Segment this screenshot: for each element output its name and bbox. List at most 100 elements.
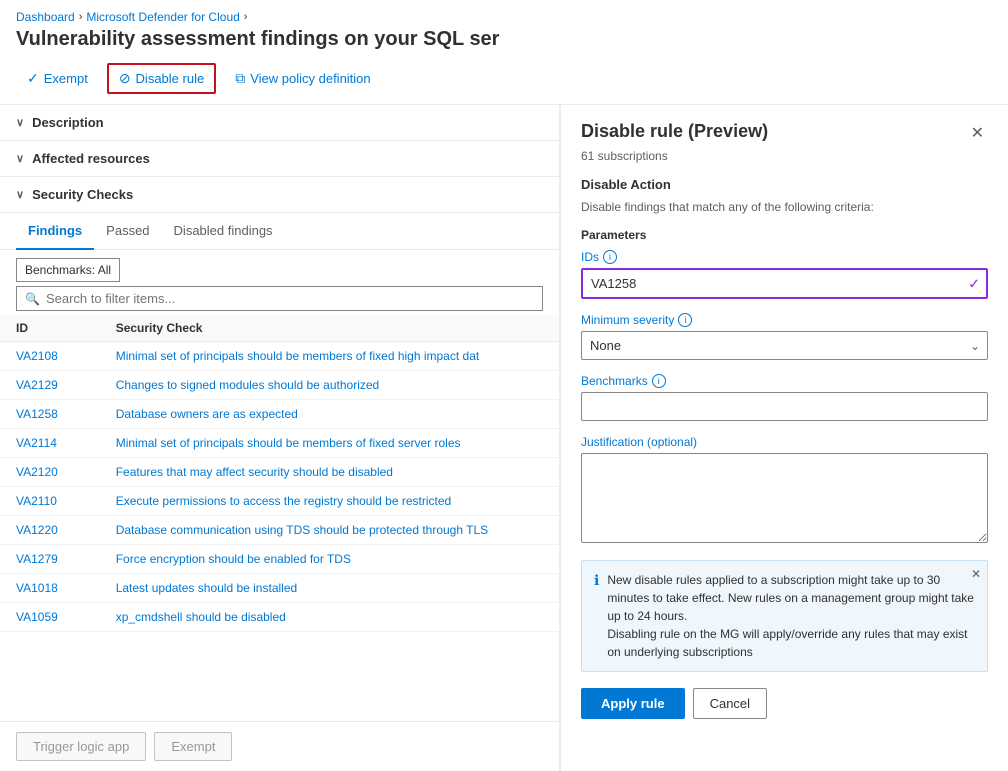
row-id: VA2129 <box>0 371 100 400</box>
apply-rule-button[interactable]: Apply rule <box>581 688 685 719</box>
disable-rule-button[interactable]: ⊘ Disable rule <box>107 63 216 94</box>
justification-label: Justification (optional) <box>581 435 988 449</box>
table-row[interactable]: VA2108 Minimal set of principals should … <box>0 342 559 371</box>
min-severity-info-icon[interactable]: i <box>678 313 692 327</box>
subscriptions-count: 61 subscriptions <box>581 149 988 163</box>
security-checks-chevron: ∨ <box>16 188 24 201</box>
view-policy-label: View policy definition <box>250 71 370 86</box>
row-check: Features that may affect security should… <box>100 458 559 487</box>
row-check: xp_cmdshell should be disabled <box>100 603 559 632</box>
tabs: Findings Passed Disabled findings <box>16 213 543 249</box>
breadcrumb-defender[interactable]: Microsoft Defender for Cloud <box>86 10 239 24</box>
benchmarks-label: Benchmarks <box>581 374 648 388</box>
findings-table: ID Security Check VA2108 Minimal set of … <box>0 315 559 632</box>
search-input[interactable] <box>46 291 534 306</box>
bottom-bar: Trigger logic app Exempt <box>0 721 560 771</box>
info-banner-close-button[interactable]: ✕ <box>971 567 981 581</box>
row-check: Database owners are as expected <box>100 400 559 429</box>
left-panel: ∨ Description ∨ Affected resources ∨ Sec… <box>0 105 560 771</box>
description-section-header[interactable]: ∨ Description <box>0 105 559 141</box>
benchmarks-field-label: Benchmarks i <box>581 374 988 388</box>
panel-title: Disable rule (Preview) <box>581 121 768 142</box>
row-check: Execute permissions to access the regist… <box>100 487 559 516</box>
row-id: VA2108 <box>0 342 100 371</box>
table-row[interactable]: VA1279 Force encryption should be enable… <box>0 545 559 574</box>
table-row[interactable]: VA1059 xp_cmdshell should be disabled <box>0 603 559 632</box>
tab-disabled-findings[interactable]: Disabled findings <box>162 213 285 250</box>
benchmarks-input[interactable] <box>581 392 988 421</box>
row-id: VA2120 <box>0 458 100 487</box>
disable-rule-label: Disable rule <box>136 71 205 86</box>
row-id: VA1220 <box>0 516 100 545</box>
col-id: ID <box>0 315 100 342</box>
affected-resources-label: Affected resources <box>32 151 150 166</box>
filter-bar: Benchmarks: All 🔍 <box>0 250 559 315</box>
row-id: VA2110 <box>0 487 100 516</box>
exempt-label: Exempt <box>44 71 88 86</box>
security-checks-section-header[interactable]: ∨ Security Checks <box>0 177 559 213</box>
row-check: Force encryption should be enabled for T… <box>100 545 559 574</box>
panel-actions: Apply rule Cancel <box>581 688 988 719</box>
ids-field-label: IDs i <box>581 250 988 264</box>
row-check: Latest updates should be installed <box>100 574 559 603</box>
min-severity-select[interactable]: None Low Medium High <box>581 331 988 360</box>
ids-label: IDs <box>581 250 599 264</box>
tab-findings[interactable]: Findings <box>16 213 94 250</box>
toolbar: ✓ Exempt ⊘ Disable rule ⧉ View policy de… <box>0 63 1008 105</box>
col-security-check: Security Check <box>100 315 559 342</box>
table-row[interactable]: VA2120 Features that may affect security… <box>0 458 559 487</box>
affected-resources-chevron: ∨ <box>16 152 24 165</box>
table-body: VA2108 Minimal set of principals should … <box>0 342 559 632</box>
disable-icon: ⊘ <box>119 70 131 87</box>
exempt-icon: ✓ <box>27 70 39 87</box>
check-icon: ✓ <box>968 275 980 292</box>
row-id: VA2114 <box>0 429 100 458</box>
row-check: Minimal set of principals should be memb… <box>100 429 559 458</box>
page-title: Vulnerability assessment findings on you… <box>0 28 1008 63</box>
min-severity-label: Minimum severity i <box>581 313 988 327</box>
trigger-logic-app-button[interactable]: Trigger logic app <box>16 732 146 761</box>
breadcrumb-dashboard[interactable]: Dashboard <box>16 10 75 24</box>
table-row[interactable]: VA1018 Latest updates should be installe… <box>0 574 559 603</box>
cancel-button-panel[interactable]: Cancel <box>693 688 767 719</box>
row-id: VA1059 <box>0 603 100 632</box>
table-row[interactable]: VA2129 Changes to signed modules should … <box>0 371 559 400</box>
main-layout: ∨ Description ∨ Affected resources ∨ Sec… <box>0 105 1008 771</box>
ids-input-wrap: ✓ <box>581 268 988 299</box>
exempt-button[interactable]: ✓ Exempt <box>16 64 99 93</box>
ids-input[interactable] <box>581 268 988 299</box>
table-row[interactable]: VA1220 Database communication using TDS … <box>0 516 559 545</box>
disable-action-label: Disable Action <box>581 177 988 192</box>
row-check: Changes to signed modules should be auth… <box>100 371 559 400</box>
benchmarks-filter[interactable]: Benchmarks: All <box>16 258 120 282</box>
breadcrumb-sep-1: › <box>79 11 83 23</box>
disable-description: Disable findings that match any of the f… <box>581 200 988 214</box>
benchmarks-info-icon[interactable]: i <box>652 374 666 388</box>
table-row[interactable]: VA2114 Minimal set of principals should … <box>0 429 559 458</box>
search-icon: 🔍 <box>25 292 40 306</box>
description-chevron: ∨ <box>16 116 24 129</box>
breadcrumb-sep-2: › <box>244 11 248 23</box>
panel-header: Disable rule (Preview) ✕ <box>581 121 988 145</box>
info-banner-icon: ℹ <box>594 572 599 661</box>
info-banner: ℹ New disable rules applied to a subscri… <box>581 560 988 672</box>
parameters-label: Parameters <box>581 228 988 242</box>
affected-resources-section-header[interactable]: ∨ Affected resources <box>0 141 559 177</box>
table-row[interactable]: VA1258 Database owners are as expected <box>0 400 559 429</box>
row-id: VA1018 <box>0 574 100 603</box>
description-label: Description <box>32 115 104 130</box>
right-panel: Disable rule (Preview) ✕ 61 subscription… <box>560 105 1008 771</box>
close-button[interactable]: ✕ <box>967 121 988 145</box>
row-check: Database communication using TDS should … <box>100 516 559 545</box>
ids-info-icon[interactable]: i <box>603 250 617 264</box>
policy-icon: ⧉ <box>235 70 245 87</box>
tab-passed[interactable]: Passed <box>94 213 161 250</box>
exempt-bottom-button[interactable]: Exempt <box>154 732 232 761</box>
view-policy-button[interactable]: ⧉ View policy definition <box>224 64 381 93</box>
min-severity-text: Minimum severity <box>581 313 674 327</box>
table-row[interactable]: VA2110 Execute permissions to access the… <box>0 487 559 516</box>
justification-textarea[interactable] <box>581 453 988 543</box>
min-severity-select-wrap: None Low Medium High ⌄ <box>581 331 988 360</box>
table-header-row: ID Security Check <box>0 315 559 342</box>
row-check: Minimal set of principals should be memb… <box>100 342 559 371</box>
